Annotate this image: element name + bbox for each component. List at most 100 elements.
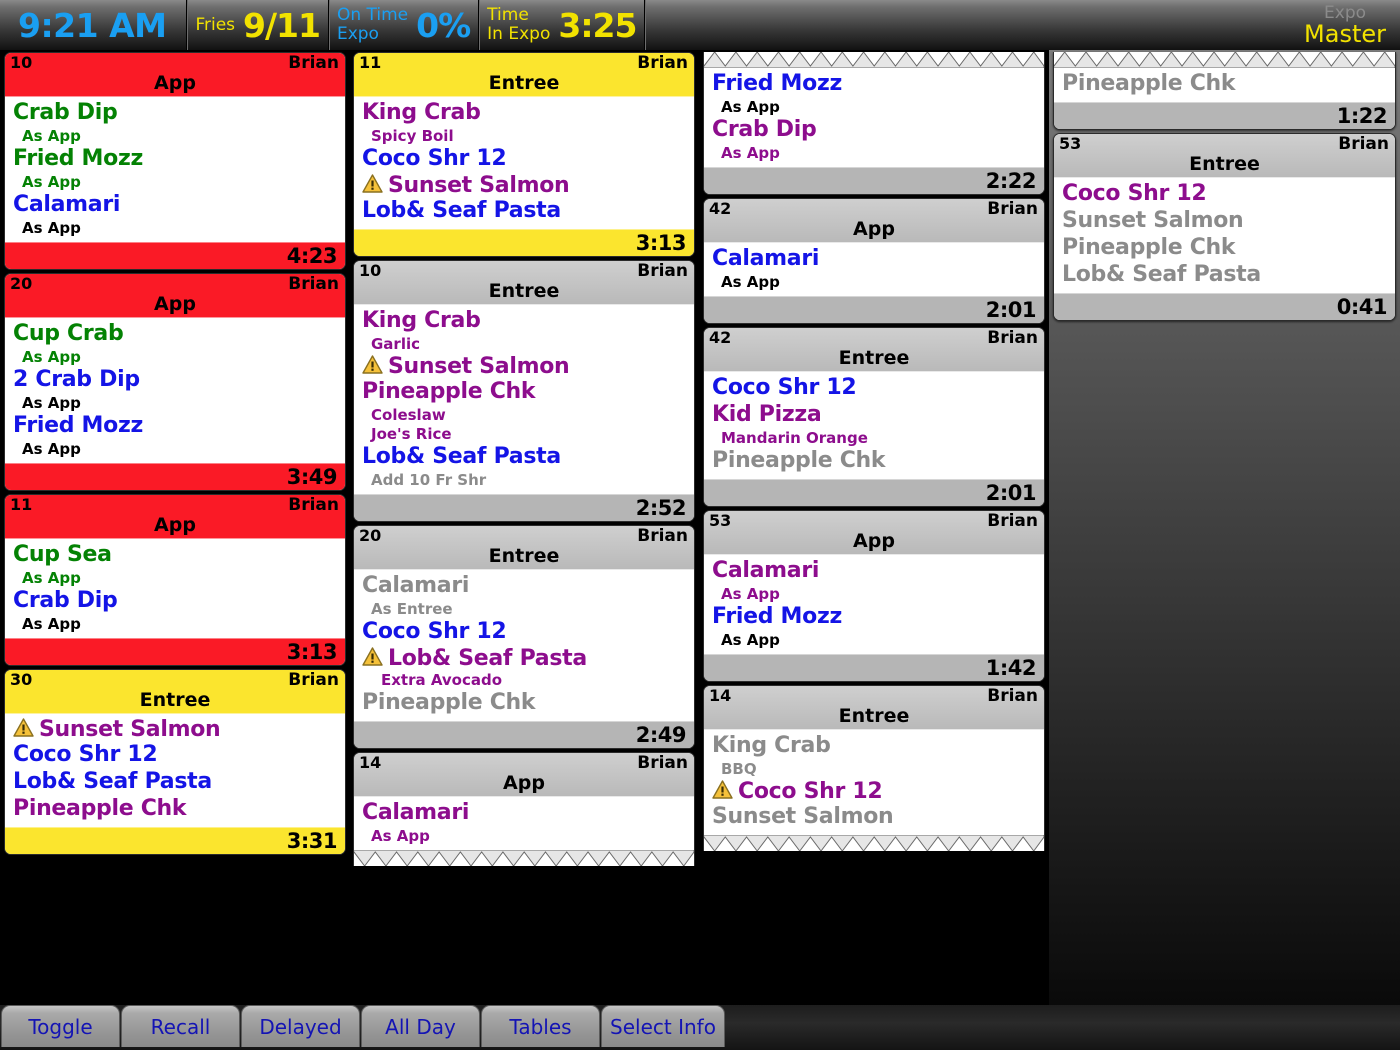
order-item-name: King Crab bbox=[712, 733, 831, 758]
ticket-column: 10 Brian App Crab Dip As App Fried Mozz As App… bbox=[0, 50, 350, 1005]
toolbar-button-tables[interactable]: Tables bbox=[481, 1005, 600, 1047]
order-item[interactable]: Coco Shr 12 bbox=[704, 375, 1044, 402]
order-ticket[interactable]: 53 Brian Entree Coco Shr 12 Sunset Salmon Pin… bbox=[1053, 133, 1396, 321]
order-item[interactable]: Pineapple Chk bbox=[704, 448, 1044, 475]
toolbar-button-recall[interactable]: Recall bbox=[121, 1005, 240, 1047]
order-item-name: Lob& Seaf Pasta bbox=[362, 198, 561, 223]
order-item[interactable]: King Crab bbox=[354, 308, 694, 335]
order-item[interactable]: Sunset Salmon bbox=[354, 354, 694, 379]
order-ticket[interactable]: Fried Mozz As App Crab Dip As App 2:22 bbox=[703, 52, 1045, 195]
toolbar-button-all-day[interactable]: All Day bbox=[361, 1005, 480, 1047]
warning-triangle-icon bbox=[362, 647, 383, 670]
ticket-header: 10 Brian App bbox=[5, 53, 345, 97]
toolbar-button-delayed[interactable]: Delayed bbox=[241, 1005, 360, 1047]
order-item[interactable]: Sunset Salmon bbox=[704, 804, 1044, 831]
ticket-items: Calamari As App bbox=[354, 797, 694, 850]
order-item[interactable]: Pineapple Chk bbox=[354, 379, 694, 406]
ticket-items: Cup Crab As App 2 Crab Dip As App Fried Mozz… bbox=[5, 318, 345, 463]
ticket-server: Brian bbox=[288, 53, 339, 73]
toolbar-button-select-info[interactable]: Select Info bbox=[601, 1005, 725, 1047]
order-item[interactable]: Calamari bbox=[354, 800, 694, 827]
ticket-items: Coco Shr 12 Sunset Salmon Pineapple Chk Lob… bbox=[1054, 178, 1395, 293]
order-item[interactable]: Pineapple Chk bbox=[354, 690, 694, 717]
order-ticket[interactable]: 30 Brian Entree Sunset Salmon Coco Shr 12 Lob… bbox=[4, 669, 346, 855]
order-item[interactable]: King Crab bbox=[704, 733, 1044, 760]
order-ticket[interactable]: 14 Brian App Calamari As App bbox=[353, 752, 695, 866]
ticket-course: Entree bbox=[488, 545, 560, 567]
order-item[interactable]: Coco Shr 12 bbox=[354, 619, 694, 646]
order-item-name: Sunset Salmon bbox=[388, 354, 570, 379]
ticket-server: Brian bbox=[288, 495, 339, 515]
order-ticket[interactable]: 14 Brian Entree King Crab BBQ Coco Shr 12 Suns… bbox=[703, 685, 1045, 851]
ticket-elapsed-timer: 2:49 bbox=[635, 723, 687, 747]
order-item[interactable]: Cup Crab bbox=[5, 321, 345, 348]
ticket-elapsed-timer: 0:41 bbox=[1336, 295, 1388, 319]
order-item-name: Pineapple Chk bbox=[712, 448, 886, 473]
order-item[interactable]: Lob& Seaf Pasta bbox=[354, 444, 694, 471]
ticket-header: 53 Brian Entree bbox=[1054, 134, 1395, 178]
ticket-course: App bbox=[853, 218, 895, 240]
order-item[interactable]: Fried Mozz bbox=[5, 146, 345, 173]
order-item-name: King Crab bbox=[362, 100, 481, 125]
order-ticket[interactable]: 53 Brian App Calamari As App Fried Mozz As App… bbox=[703, 510, 1045, 682]
order-item-name: Kid Pizza bbox=[712, 402, 822, 427]
order-item[interactable]: Fried Mozz bbox=[704, 604, 1044, 631]
order-item-name: Calamari bbox=[362, 573, 470, 598]
ontime-expo-cell: On Time Expo 0% bbox=[329, 0, 480, 50]
ticket-number: 10 bbox=[10, 53, 33, 72]
order-ticket[interactable]: 20 Brian App Cup Crab As App 2 Crab Dip As App… bbox=[4, 273, 346, 491]
order-item[interactable]: King Crab bbox=[354, 100, 694, 127]
order-item[interactable]: Crab Dip bbox=[704, 117, 1044, 144]
order-item[interactable]: Coco Shr 12 bbox=[1054, 181, 1395, 208]
ticket-course: Entree bbox=[838, 347, 910, 369]
order-item-name: Pineapple Chk bbox=[1062, 71, 1236, 96]
order-item-modifier: Garlic bbox=[371, 335, 421, 353]
torn-edge-bot bbox=[354, 850, 694, 866]
order-item[interactable]: Pineapple Chk bbox=[5, 796, 345, 823]
order-item[interactable]: Crab Dip bbox=[5, 100, 345, 127]
toolbar-button-label: Select Info bbox=[610, 1014, 716, 1039]
order-ticket[interactable]: 10 Brian App Crab Dip As App Fried Mozz As App… bbox=[4, 52, 346, 270]
order-item-name: Crab Dip bbox=[13, 100, 118, 125]
order-item[interactable]: Pineapple Chk bbox=[1054, 71, 1395, 98]
order-item[interactable]: Sunset Salmon bbox=[354, 173, 694, 198]
ticket-elapsed-timer: 1:42 bbox=[985, 656, 1037, 680]
toolbar-button-toggle[interactable]: Toggle bbox=[1, 1005, 120, 1047]
ticket-header: 14 Brian App bbox=[354, 753, 694, 797]
order-item[interactable]: Lob& Seaf Pasta bbox=[354, 646, 694, 671]
order-ticket[interactable]: 42 Brian App Calamari As App 2:01 bbox=[703, 198, 1045, 324]
order-item[interactable]: 2 Crab Dip bbox=[5, 367, 345, 394]
ticket-footer: 1:22 bbox=[1054, 102, 1395, 129]
order-item[interactable]: Coco Shr 12 bbox=[5, 742, 345, 769]
order-item[interactable]: Calamari bbox=[704, 558, 1044, 585]
order-item[interactable]: Lob& Seaf Pasta bbox=[354, 198, 694, 225]
order-item[interactable]: Crab Dip bbox=[5, 588, 345, 615]
order-ticket[interactable]: 20 Brian Entree Calamari As Entree Coco Shr 1… bbox=[353, 525, 695, 749]
clock-cell: 9:21 AM bbox=[0, 0, 188, 50]
order-item[interactable]: Kid Pizza bbox=[704, 402, 1044, 429]
order-item[interactable]: Fried Mozz bbox=[5, 413, 345, 440]
ticket-number: 14 bbox=[709, 686, 732, 705]
order-ticket[interactable]: Pineapple Chk 1:22 bbox=[1053, 52, 1396, 130]
order-ticket[interactable]: 42 Brian Entree Coco Shr 12 Kid Pizza Mandari… bbox=[703, 327, 1045, 507]
ticket-course: Entree bbox=[488, 280, 560, 302]
ticket-footer: 3:13 bbox=[5, 638, 345, 665]
ticket-footer: 2:52 bbox=[354, 494, 694, 521]
order-item[interactable]: Calamari bbox=[5, 192, 345, 219]
order-item[interactable]: Fried Mozz bbox=[704, 71, 1044, 98]
ticket-course: App bbox=[503, 772, 545, 794]
order-item[interactable]: Sunset Salmon bbox=[5, 717, 345, 742]
order-item[interactable]: Lob& Seaf Pasta bbox=[5, 769, 345, 796]
order-ticket[interactable]: 10 Brian Entree King Crab Garlic Sunset Salmo… bbox=[353, 260, 695, 522]
order-item[interactable]: Calamari bbox=[704, 246, 1044, 273]
order-item[interactable]: Sunset Salmon bbox=[1054, 208, 1395, 235]
order-ticket[interactable]: 11 Brian App Cup Sea As App Crab Dip As App 3:1… bbox=[4, 494, 346, 666]
order-item[interactable]: Pineapple Chk bbox=[1054, 235, 1395, 262]
order-item[interactable]: Lob& Seaf Pasta bbox=[1054, 262, 1395, 289]
order-item[interactable]: Coco Shr 12 bbox=[354, 146, 694, 173]
order-item[interactable]: Cup Sea bbox=[5, 542, 345, 569]
order-item[interactable]: Coco Shr 12 bbox=[704, 779, 1044, 804]
order-item[interactable]: Calamari bbox=[354, 573, 694, 600]
ticket-header: 14 Brian Entree bbox=[704, 686, 1044, 730]
order-ticket[interactable]: 11 Brian Entree King Crab Spicy Boil Coco Shr… bbox=[353, 52, 695, 257]
